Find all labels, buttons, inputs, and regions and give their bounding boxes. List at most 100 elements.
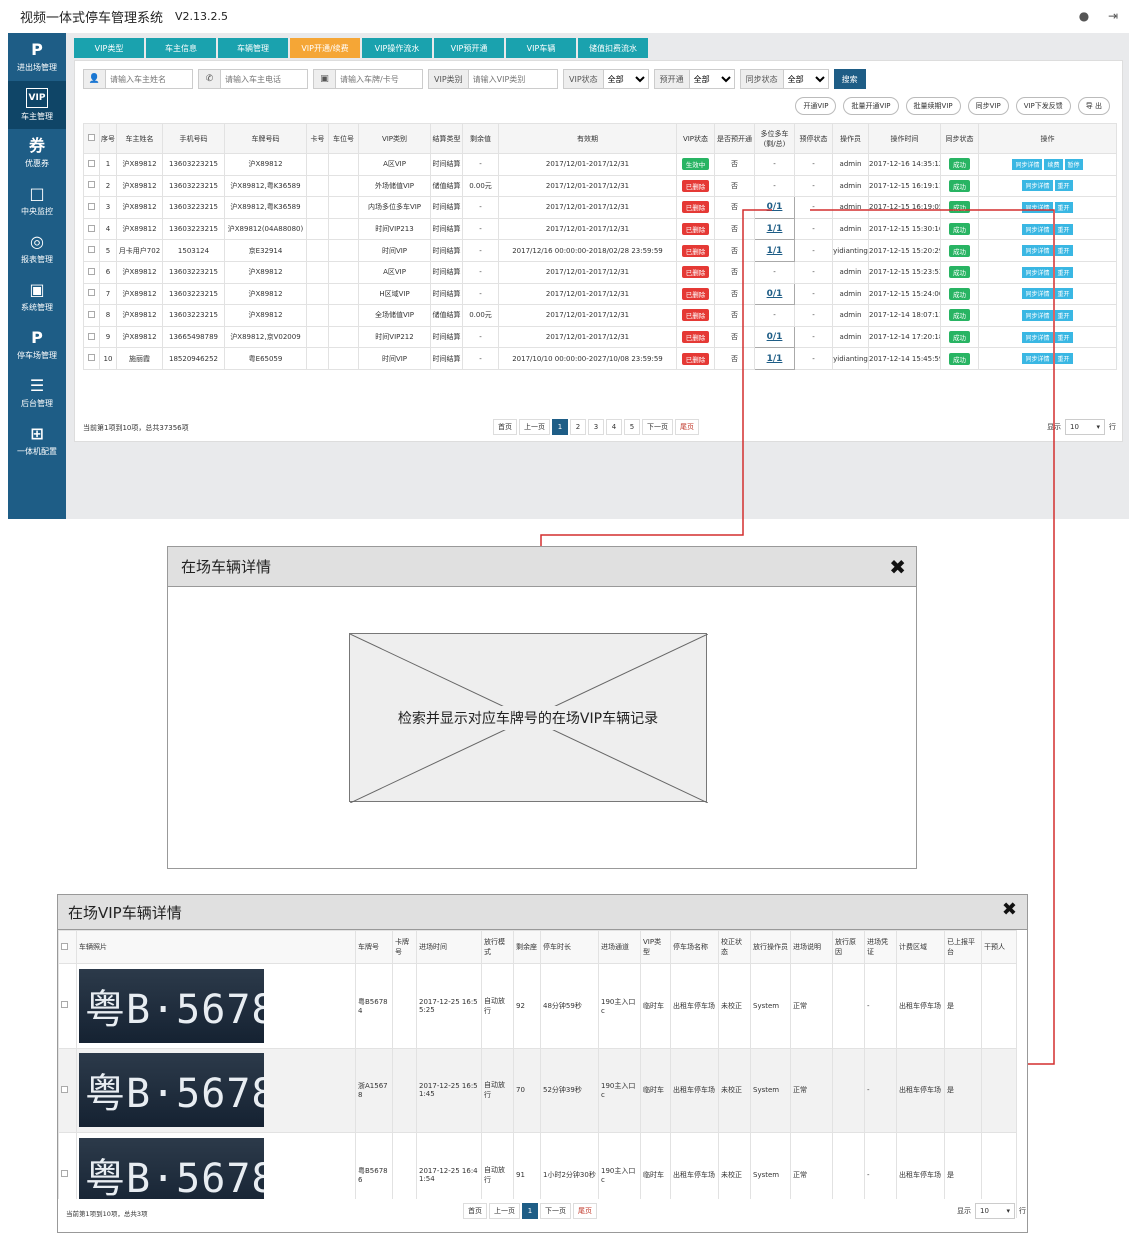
cell-multi[interactable]: 0/1: [754, 282, 795, 306]
action-button-2[interactable]: 批量续期VIP: [905, 97, 961, 115]
sidebar-item-6[interactable]: P 停车场管理: [8, 321, 66, 369]
logout-icon[interactable]: ⇥: [1106, 9, 1120, 23]
page-button[interactable]: 上一页: [489, 1203, 520, 1219]
op-button[interactable]: 重开: [1054, 245, 1073, 257]
page-button[interactable]: 2: [570, 419, 586, 435]
cell-multi[interactable]: 1/1: [754, 217, 795, 241]
cell-multi[interactable]: 0/1: [754, 325, 795, 349]
close-icon[interactable]: ✖: [889, 555, 906, 579]
sidebar-item-1[interactable]: VIP 车主管理: [8, 81, 66, 129]
page-button[interactable]: 尾页: [675, 419, 699, 435]
tab-7[interactable]: 储值扣费流水: [578, 38, 648, 58]
op-button[interactable]: 重开: [1054, 201, 1073, 213]
phone-input[interactable]: [221, 71, 305, 87]
sidebar-item-8[interactable]: ⊞ 一体机配置: [8, 417, 66, 465]
op-button[interactable]: 同步详情: [1022, 309, 1053, 321]
row-checkbox[interactable]: [83, 174, 100, 198]
cell-desc[interactable]: 正常: [790, 1047, 833, 1133]
page-button[interactable]: 首页: [463, 1203, 487, 1219]
vip-type-input[interactable]: [468, 71, 553, 87]
action-button-4[interactable]: VIP下发反馈: [1015, 97, 1071, 115]
op-button[interactable]: 续费: [1044, 158, 1063, 170]
cell-multi[interactable]: 0/1: [754, 196, 795, 219]
multi-car-link[interactable]: 0/1: [767, 202, 783, 212]
multi-car-link[interactable]: 0/1: [767, 289, 783, 299]
row-checkbox[interactable]: [83, 153, 100, 176]
op-button[interactable]: 重开: [1054, 331, 1073, 343]
page-size-select[interactable]: 10 ▾: [975, 1203, 1015, 1219]
op-button[interactable]: 重开: [1054, 288, 1073, 300]
row-checkbox[interactable]: [83, 196, 100, 219]
page-button[interactable]: 下一页: [540, 1203, 571, 1219]
op-button[interactable]: 同步详情: [1022, 288, 1053, 300]
action-button-3[interactable]: 同步VIP: [967, 97, 1009, 115]
op-button[interactable]: 重开: [1054, 223, 1073, 235]
vip-status-select[interactable]: 全部: [603, 71, 648, 87]
op-button[interactable]: 重开: [1054, 266, 1073, 278]
cell-multi[interactable]: 1/1: [754, 239, 795, 262]
action-button-0[interactable]: 开通VIP: [795, 97, 837, 115]
pre-open-select[interactable]: 全部: [689, 71, 734, 87]
sidebar-item-4[interactable]: ◎ 报表管理: [8, 225, 66, 273]
page-button[interactable]: 1: [522, 1203, 538, 1219]
sync-select[interactable]: 全部: [783, 71, 828, 87]
page-button[interactable]: 1: [552, 419, 568, 435]
op-button[interactable]: 同步详情: [1022, 331, 1053, 343]
page-button[interactable]: 首页: [493, 419, 517, 435]
row-checkbox[interactable]: [83, 304, 100, 327]
sidebar-item-7[interactable]: ☰ 后台管理: [8, 369, 66, 417]
multi-car-link[interactable]: 1/1: [767, 224, 783, 234]
action-button-1[interactable]: 批量开通VIP: [843, 97, 899, 115]
tab-4[interactable]: VIP操作流水: [362, 38, 432, 58]
op-button[interactable]: 重开: [1054, 180, 1073, 192]
cell-desc[interactable]: 正常: [790, 963, 833, 1049]
op-button[interactable]: 重开: [1054, 309, 1073, 321]
cell-multi[interactable]: 1/1: [754, 347, 795, 370]
action-button-5[interactable]: 导 出: [1077, 97, 1110, 115]
sidebar-item-2[interactable]: 券优惠券: [8, 129, 66, 177]
tab-6[interactable]: VIP车辆: [506, 38, 576, 58]
close-icon[interactable]: ✖: [1002, 899, 1017, 920]
tab-1[interactable]: 车主信息: [146, 38, 216, 58]
sidebar-item-5[interactable]: ▣ 系统管理: [8, 273, 66, 321]
row-checkbox[interactable]: [83, 325, 100, 349]
op-button[interactable]: 重开: [1054, 353, 1073, 365]
search-button[interactable]: 搜索: [833, 69, 866, 89]
row-checkbox[interactable]: [58, 963, 77, 1049]
sidebar-item-0[interactable]: P 进出场管理: [8, 33, 66, 81]
tab-5[interactable]: VIP预开通: [434, 38, 504, 58]
op-button[interactable]: 同步详情: [1012, 158, 1043, 170]
sidebar-item-3[interactable]: □ 中央监控: [8, 177, 66, 225]
tab-0[interactable]: VIP类型: [74, 38, 144, 58]
row-checkbox[interactable]: [83, 282, 100, 306]
row-checkbox[interactable]: [83, 347, 100, 370]
multi-car-link[interactable]: 1/1: [767, 246, 783, 256]
row-checkbox[interactable]: [83, 239, 100, 262]
op-button[interactable]: 暂停: [1064, 158, 1083, 170]
page-button[interactable]: 上一页: [519, 419, 550, 435]
row-checkbox[interactable]: [83, 217, 100, 241]
page-button[interactable]: 4: [606, 419, 622, 435]
op-button[interactable]: 同步详情: [1022, 266, 1053, 278]
op-button[interactable]: 同步详情: [1022, 201, 1053, 213]
user-icon[interactable]: ●: [1077, 9, 1091, 23]
select-all-checkbox[interactable]: [58, 930, 77, 964]
multi-car-link[interactable]: 1/1: [767, 354, 783, 364]
page-button[interactable]: 下一页: [642, 419, 673, 435]
op-button[interactable]: 同步详情: [1022, 353, 1053, 365]
owner-name-input[interactable]: [106, 71, 190, 87]
page-button[interactable]: 3: [588, 419, 604, 435]
op-button[interactable]: 同步详情: [1022, 245, 1053, 257]
multi-car-link[interactable]: 0/1: [767, 332, 783, 342]
op-button[interactable]: 同步详情: [1022, 180, 1053, 192]
page-size-select[interactable]: 10 ▾: [1065, 419, 1105, 435]
row-checkbox[interactable]: [58, 1047, 77, 1133]
tab-2[interactable]: 车辆管理: [218, 38, 288, 58]
row-checkbox[interactable]: [83, 260, 100, 284]
page-button[interactable]: 尾页: [573, 1203, 597, 1219]
op-button[interactable]: 同步详情: [1022, 223, 1053, 235]
plate-input[interactable]: [336, 71, 420, 87]
select-all-checkbox[interactable]: [83, 123, 100, 154]
page-button[interactable]: 5: [624, 419, 640, 435]
tab-3[interactable]: VIP开通/续费: [290, 38, 360, 58]
